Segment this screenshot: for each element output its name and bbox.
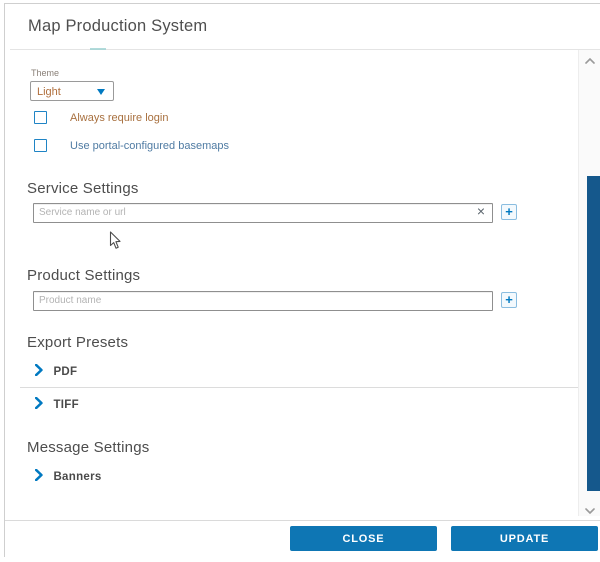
scroll-up-icon[interactable]	[583, 52, 597, 64]
message-banners-label: Banners	[53, 471, 101, 483]
mouse-cursor	[109, 231, 122, 250]
add-product-button[interactable]: +	[501, 292, 517, 308]
caret-down-icon	[97, 89, 105, 95]
clear-icon[interactable]: ×	[474, 203, 488, 219]
portal-basemaps-checkbox[interactable]	[34, 139, 47, 152]
chevron-right-icon	[35, 363, 43, 381]
message-settings-heading: Message Settings	[27, 439, 149, 456]
chevron-right-icon	[35, 468, 43, 486]
service-name-input[interactable]	[33, 203, 493, 223]
scroll-down-icon[interactable]	[583, 502, 597, 514]
export-preset-pdf-row[interactable]: PDF	[35, 363, 77, 377]
scrollbar-thumb[interactable]	[587, 176, 600, 491]
divider	[20, 387, 580, 388]
always-require-login-label: Always require login	[70, 112, 168, 124]
close-button[interactable]: CLOSE	[290, 526, 437, 551]
theme-select-value: Light	[37, 86, 61, 98]
dialog-footer: CLOSE UPDATE	[5, 520, 600, 562]
add-service-button[interactable]: +	[501, 204, 517, 220]
vertical-scrollbar[interactable]	[578, 50, 600, 516]
always-require-login-checkbox[interactable]	[34, 111, 47, 124]
product-input-wrap	[33, 290, 493, 310]
service-input-wrap: ×	[33, 202, 493, 222]
portal-basemaps-label: Use portal-configured basemaps	[70, 140, 229, 152]
chevron-right-icon	[35, 396, 43, 414]
dialog-header: Map Production System	[10, 7, 600, 50]
product-settings-heading: Product Settings	[27, 267, 140, 284]
settings-dialog: Map Production System Theme Light Always…	[4, 3, 600, 557]
service-settings-heading: Service Settings	[27, 180, 139, 197]
export-preset-tiff-label: TIFF	[53, 399, 78, 411]
product-name-input[interactable]	[33, 291, 493, 311]
message-banners-row[interactable]: Banners	[35, 468, 102, 482]
dialog-body: Theme Light Always require login Use por…	[10, 50, 578, 512]
export-preset-pdf-label: PDF	[53, 366, 77, 378]
theme-label: Theme	[31, 68, 59, 78]
export-presets-heading: Export Presets	[27, 334, 128, 351]
theme-select[interactable]: Light	[30, 81, 114, 101]
update-button[interactable]: UPDATE	[451, 526, 598, 551]
dialog-title: Map Production System	[28, 17, 207, 36]
export-preset-tiff-row[interactable]: TIFF	[35, 396, 79, 410]
